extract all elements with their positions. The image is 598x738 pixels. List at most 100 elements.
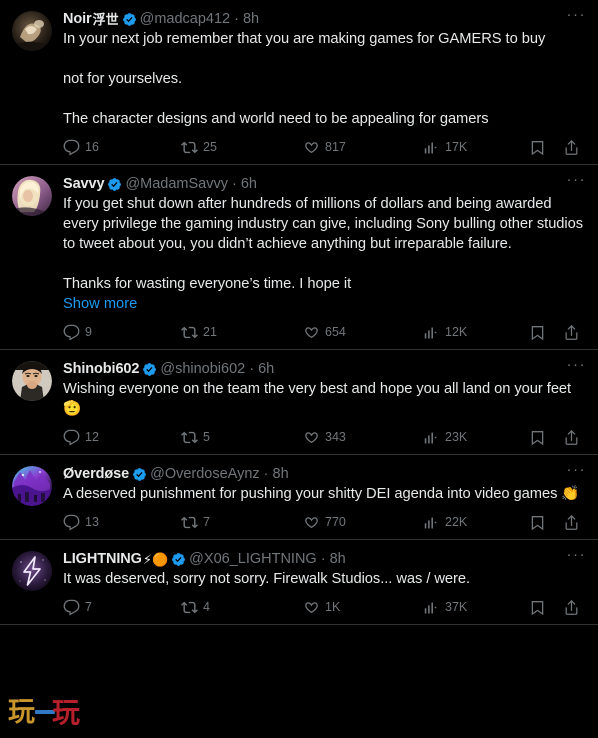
more-options-icon[interactable]: ··· — [564, 172, 586, 193]
bookmark-button[interactable] — [529, 427, 546, 447]
tweet-header: Noir 浮世 @madcap412 · 8h ··· — [63, 7, 586, 29]
show-more-link[interactable]: Show more — [63, 294, 586, 314]
avatar-overdose[interactable] — [12, 466, 52, 506]
share-button[interactable] — [563, 512, 580, 532]
tweet-body: Noir 浮世 @madcap412 · 8h ··· In your next… — [52, 7, 586, 164]
tweet-actions: 7 4 1K 37K — [63, 592, 586, 622]
tweet-lightning[interactable]: LIGHTNING ⚡🟠 @X06_LIGHTNING · 8h ··· It … — [0, 540, 598, 625]
verified-badge-icon — [107, 177, 122, 192]
handle[interactable]: @shinobi602 — [160, 360, 245, 379]
tweet-shinobi602[interactable]: Shinobi602 @shinobi602 · 6h ··· Wishing … — [0, 350, 598, 455]
handle[interactable]: @OverdoseAynz — [150, 465, 260, 484]
timestamp[interactable]: 6h — [258, 360, 274, 379]
display-name[interactable]: Øverdøse — [63, 465, 129, 484]
avatar-savvy[interactable] — [12, 176, 52, 216]
handle[interactable]: @madcap412 — [140, 10, 231, 29]
reply-count: 16 — [85, 140, 99, 154]
display-name[interactable]: Savvy — [63, 175, 105, 194]
timestamp[interactable]: 8h — [330, 550, 346, 569]
avatar-noir[interactable] — [12, 11, 52, 51]
like-button[interactable]: 1K — [303, 597, 340, 617]
tweet-savvy[interactable]: Savvy @MadamSavvy · 6h ··· If you get sh… — [0, 165, 598, 350]
views-count: 23K — [445, 430, 468, 444]
verified-badge-icon — [171, 552, 186, 567]
avatar-shinobi602[interactable] — [12, 361, 52, 401]
reply-button[interactable]: 16 — [63, 137, 99, 157]
display-name[interactable]: Shinobi602 — [63, 360, 139, 379]
reply-button[interactable]: 7 — [63, 597, 92, 617]
views-button[interactable]: 23K — [423, 427, 467, 447]
timestamp[interactable]: 8h — [243, 10, 259, 29]
bookmark-button[interactable] — [529, 322, 546, 342]
retweet-button[interactable]: 25 — [181, 137, 217, 157]
separator-dot: · — [320, 550, 326, 567]
tweet-actions: 9 21 654 12K — [63, 317, 586, 347]
separator-dot: · — [249, 360, 255, 377]
more-options-icon[interactable]: ··· — [564, 547, 586, 568]
avatar-lightning[interactable] — [12, 551, 52, 591]
retweet-button[interactable]: 7 — [181, 512, 210, 532]
avatar-column — [12, 359, 52, 454]
verified-badge-icon — [122, 12, 137, 27]
timestamp[interactable]: 8h — [273, 465, 289, 484]
verified-badge-icon — [142, 362, 157, 377]
like-count: 1K — [325, 600, 341, 614]
tweet-header: Savvy @MadamSavvy · 6h ··· — [63, 172, 586, 194]
views-count: 22K — [445, 515, 468, 529]
more-options-icon[interactable]: ··· — [564, 357, 586, 378]
watermark-right-glyph: 玩 — [52, 696, 80, 728]
retweet-button[interactable]: 21 — [181, 322, 217, 342]
views-button[interactable]: 12K — [423, 322, 467, 342]
display-name[interactable]: LIGHTNING — [63, 550, 142, 569]
reply-button[interactable]: 13 — [63, 512, 99, 532]
handle[interactable]: @MadamSavvy — [125, 175, 228, 194]
handle[interactable]: @X06_LIGHTNING — [189, 550, 317, 569]
separator-dot: · — [232, 175, 237, 192]
tweet-header: Øverdøse @OverdoseAynz · 8h ··· — [63, 462, 586, 484]
like-button[interactable]: 817 — [303, 137, 346, 157]
retweet-count: 5 — [203, 430, 210, 444]
reply-count: 12 — [85, 430, 99, 444]
more-options-icon[interactable]: ··· — [564, 7, 586, 28]
tweet-overdose[interactable]: Øverdøse @OverdoseAynz · 8h ··· A deserv… — [0, 455, 598, 540]
reply-button[interactable]: 12 — [63, 427, 99, 447]
like-button[interactable]: 343 — [303, 427, 346, 447]
tweet-noir[interactable]: Noir 浮世 @madcap412 · 8h ··· In your next… — [0, 0, 598, 165]
avatar-column — [12, 549, 52, 624]
bookmark-button[interactable] — [529, 597, 546, 617]
tweet-text: If you get shut down after hundreds of m… — [63, 196, 584, 292]
tweet-header: LIGHTNING ⚡🟠 @X06_LIGHTNING · 8h ··· — [63, 547, 586, 569]
share-button[interactable] — [563, 427, 580, 447]
retweet-count: 4 — [203, 600, 210, 614]
display-name[interactable]: Noir — [63, 10, 92, 29]
tweet-body: LIGHTNING ⚡🟠 @X06_LIGHTNING · 8h ··· It … — [52, 547, 586, 624]
like-button[interactable]: 654 — [303, 322, 346, 342]
reply-count: 7 — [85, 600, 92, 614]
more-options-icon[interactable]: ··· — [564, 462, 586, 483]
retweet-button[interactable]: 5 — [181, 427, 210, 447]
like-button[interactable]: 770 — [303, 512, 346, 532]
retweet-button[interactable]: 4 — [181, 597, 210, 617]
share-button[interactable] — [563, 137, 580, 157]
retweet-count: 21 — [203, 325, 217, 339]
retweet-count: 25 — [203, 140, 217, 154]
views-count: 12K — [445, 325, 468, 339]
views-button[interactable]: 37K — [423, 597, 467, 617]
tweet-actions: 13 7 770 22K — [63, 507, 586, 537]
reply-count: 9 — [85, 325, 92, 339]
views-button[interactable]: 17K — [423, 137, 467, 157]
share-button[interactable] — [563, 597, 580, 617]
timestamp[interactable]: 6h — [241, 175, 257, 194]
like-count: 817 — [325, 140, 346, 154]
separator-dot: · — [234, 10, 239, 27]
verified-badge-icon — [132, 467, 147, 482]
timeline-feed: Noir 浮世 @madcap412 · 8h ··· In your next… — [0, 0, 598, 738]
share-button[interactable] — [563, 322, 580, 342]
bookmark-button[interactable] — [529, 137, 546, 157]
reply-button[interactable]: 9 — [63, 322, 92, 342]
display-name-suffix: ⚡🟠 — [142, 551, 169, 567]
tweet-header: Shinobi602 @shinobi602 · 6h ··· — [63, 357, 586, 379]
tweet-body: Øverdøse @OverdoseAynz · 8h ··· A deserv… — [52, 462, 586, 539]
bookmark-button[interactable] — [529, 512, 546, 532]
views-button[interactable]: 22K — [423, 512, 467, 532]
